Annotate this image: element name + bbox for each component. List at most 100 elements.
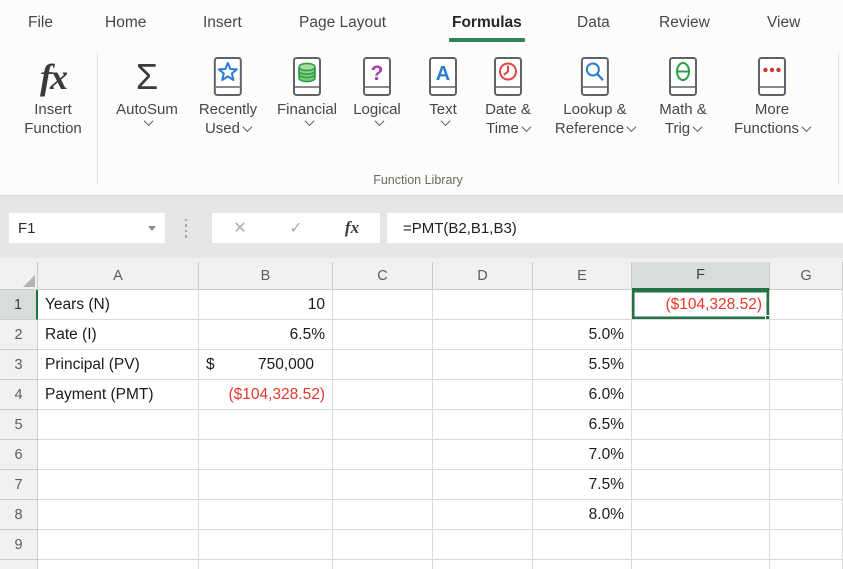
cell-F5[interactable] <box>632 410 770 440</box>
tab-data[interactable]: Data <box>577 0 610 45</box>
cell-C6[interactable] <box>333 440 433 470</box>
tab-view[interactable]: View <box>767 0 800 45</box>
column-header-G[interactable]: G <box>770 262 843 290</box>
cell-A9[interactable] <box>38 530 199 560</box>
row-header-10[interactable] <box>0 560 38 569</box>
lookup-reference-button[interactable]: Lookup & Reference <box>551 52 639 140</box>
cell-B10[interactable] <box>199 560 333 569</box>
cell-D9[interactable] <box>433 530 533 560</box>
cell-G4[interactable] <box>770 380 843 410</box>
cell-G10[interactable] <box>770 560 843 569</box>
cell-E6[interactable]: 7.0% <box>533 440 632 470</box>
more-functions-button[interactable]: More Functions <box>730 52 814 140</box>
name-box[interactable]: F1 <box>9 213 165 243</box>
cell-E8[interactable]: 8.0% <box>533 500 632 530</box>
cell-E5[interactable]: 6.5% <box>533 410 632 440</box>
cell-C5[interactable] <box>333 410 433 440</box>
cell-F7[interactable] <box>632 470 770 500</box>
cell-C7[interactable] <box>333 470 433 500</box>
cell-F8[interactable] <box>632 500 770 530</box>
cell-F4[interactable] <box>632 380 770 410</box>
column-header-C[interactable]: C <box>333 262 433 290</box>
cell-D3[interactable] <box>433 350 533 380</box>
cell-D7[interactable] <box>433 470 533 500</box>
cell-F3[interactable] <box>632 350 770 380</box>
cell-A5[interactable] <box>38 410 199 440</box>
row-header-2[interactable]: 2 <box>0 320 38 350</box>
row-header-9[interactable]: 9 <box>0 530 38 560</box>
cell-D6[interactable] <box>433 440 533 470</box>
row-header-5[interactable]: 5 <box>0 410 38 440</box>
tab-insert[interactable]: Insert <box>203 0 242 45</box>
column-header-F[interactable]: F <box>632 262 770 290</box>
row-header-7[interactable]: 7 <box>0 470 38 500</box>
cell-A6[interactable] <box>38 440 199 470</box>
row-header-3[interactable]: 3 <box>0 350 38 380</box>
row-header-1[interactable]: 1 <box>0 290 38 320</box>
cell-B4[interactable]: ($104,328.52) <box>199 380 333 410</box>
cell-G2[interactable] <box>770 320 843 350</box>
cell-D1[interactable] <box>433 290 533 320</box>
cell-E10[interactable] <box>533 560 632 569</box>
cell-G8[interactable] <box>770 500 843 530</box>
date-time-button[interactable]: Date & Time <box>476 52 540 140</box>
row-header-4[interactable]: 4 <box>0 380 38 410</box>
cell-G9[interactable] <box>770 530 843 560</box>
cell-B8[interactable] <box>199 500 333 530</box>
column-header-B[interactable]: B <box>199 262 333 290</box>
cell-F2[interactable] <box>632 320 770 350</box>
cell-E9[interactable] <box>533 530 632 560</box>
formula-input[interactable]: =PMT(B2,B1,B3) <box>387 213 843 243</box>
cell-E7[interactable]: 7.5% <box>533 470 632 500</box>
cell-D5[interactable] <box>433 410 533 440</box>
cell-E4[interactable]: 6.0% <box>533 380 632 410</box>
column-header-D[interactable]: D <box>433 262 533 290</box>
cell-B7[interactable] <box>199 470 333 500</box>
cell-E3[interactable]: 5.5% <box>533 350 632 380</box>
cell-B1[interactable]: 10 <box>199 290 333 320</box>
cell-C3[interactable] <box>333 350 433 380</box>
tab-home[interactable]: Home <box>105 0 146 45</box>
cell-A7[interactable] <box>38 470 199 500</box>
cell-F6[interactable] <box>632 440 770 470</box>
logical-button[interactable]: ? Logical <box>345 52 409 128</box>
cell-G6[interactable] <box>770 440 843 470</box>
financial-button[interactable]: Financial <box>273 52 341 128</box>
cell-D10[interactable] <box>433 560 533 569</box>
tab-file[interactable]: File <box>28 0 53 45</box>
tab-page-layout[interactable]: Page Layout <box>299 0 386 45</box>
cell-B2[interactable]: 6.5% <box>199 320 333 350</box>
cell-D4[interactable] <box>433 380 533 410</box>
cell-E1[interactable] <box>533 290 632 320</box>
cell-F1[interactable]: ($104,328.52) <box>632 290 770 320</box>
cell-D2[interactable] <box>433 320 533 350</box>
row-header-6[interactable]: 6 <box>0 440 38 470</box>
cell-B6[interactable] <box>199 440 333 470</box>
recently-used-button[interactable]: Recently Used <box>195 52 261 140</box>
enter-button[interactable]: ✓ <box>268 218 324 238</box>
tab-formulas[interactable]: Formulas <box>452 0 522 45</box>
cell-G5[interactable] <box>770 410 843 440</box>
cell-A4[interactable]: Payment (PMT) <box>38 380 199 410</box>
insert-function-button[interactable]: fx Insert Function <box>20 52 86 140</box>
cell-G1[interactable] <box>770 290 843 320</box>
cell-C2[interactable] <box>333 320 433 350</box>
cell-B9[interactable] <box>199 530 333 560</box>
select-all-button[interactable] <box>0 262 38 290</box>
insert-function-fx-button[interactable]: fx <box>324 218 380 238</box>
cell-A1[interactable]: Years (N) <box>38 290 199 320</box>
math-trig-button[interactable]: Math & Trig <box>651 52 715 140</box>
cancel-button[interactable]: ✕ <box>212 218 268 238</box>
cell-D8[interactable] <box>433 500 533 530</box>
cell-A8[interactable] <box>38 500 199 530</box>
tab-review[interactable]: Review <box>659 0 710 45</box>
cell-F10[interactable] <box>632 560 770 569</box>
cell-A3[interactable]: Principal (PV) <box>38 350 199 380</box>
cell-A2[interactable]: Rate (I) <box>38 320 199 350</box>
cell-G7[interactable] <box>770 470 843 500</box>
cell-B5[interactable] <box>199 410 333 440</box>
row-header-8[interactable]: 8 <box>0 500 38 530</box>
autosum-button[interactable]: Σ AutoSum <box>112 52 182 128</box>
text-button[interactable]: A Text <box>411 52 475 128</box>
column-header-A[interactable]: A <box>38 262 199 290</box>
